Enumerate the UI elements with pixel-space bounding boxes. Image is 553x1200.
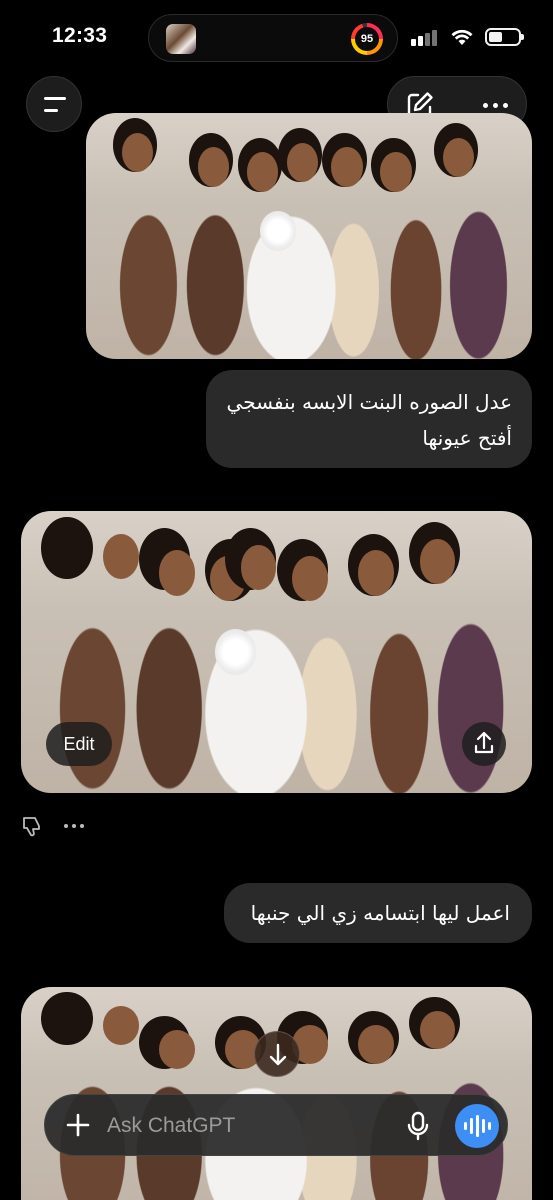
live-activity-thumbnail xyxy=(166,24,196,54)
arrow-down-icon xyxy=(269,1043,287,1066)
share-icon xyxy=(474,731,494,754)
thumbs-down-icon[interactable] xyxy=(20,814,44,838)
message-line: أفتح عيونها xyxy=(422,426,512,450)
sidebar-menu-button[interactable] xyxy=(26,76,82,132)
user-message-bubble: اعمل ليها ابتسامه زي الي جنبها xyxy=(224,883,532,943)
message-line: عدل الصوره البنت الابسه بنفسجي xyxy=(226,390,512,414)
composer xyxy=(44,1094,508,1156)
hamburger-icon xyxy=(44,97,66,100)
status-icons xyxy=(411,28,524,46)
plus-icon[interactable] xyxy=(63,1110,93,1140)
user-uploaded-photo[interactable] xyxy=(86,113,532,359)
share-button[interactable] xyxy=(462,722,506,766)
voice-mode-button[interactable] xyxy=(455,1104,499,1148)
edit-image-button[interactable]: Edit xyxy=(46,722,112,766)
activity-ring-icon: 95 xyxy=(351,23,383,55)
scroll-to-bottom-button[interactable] xyxy=(254,1031,300,1077)
message-actions xyxy=(20,814,84,838)
more-horizontal-icon[interactable] xyxy=(483,103,508,108)
more-horizontal-icon[interactable] xyxy=(64,824,84,828)
voice-mode-icon xyxy=(463,1122,467,1130)
chat-input[interactable] xyxy=(107,1109,387,1143)
status-time: 12:33 xyxy=(52,24,108,47)
dynamic-island[interactable]: 95 xyxy=(148,14,398,62)
message-line: اعمل ليها ابتسامه زي الي جنبها xyxy=(250,901,510,925)
wifi-icon xyxy=(451,29,473,45)
activity-ring-value: 95 xyxy=(355,27,379,51)
battery-icon xyxy=(485,28,524,46)
microphone-icon[interactable] xyxy=(403,1110,433,1142)
signal-icon xyxy=(411,28,439,46)
user-message-bubble: عدل الصوره البنت الابسه بنفسجي أفتح عيون… xyxy=(206,370,532,468)
